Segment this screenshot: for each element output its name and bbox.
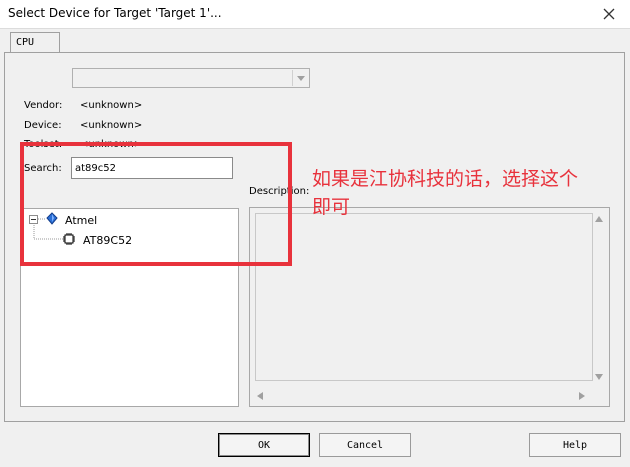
scroll-down-icon[interactable] <box>595 374 603 380</box>
ok-button[interactable]: OK <box>218 433 310 457</box>
description-box <box>249 207 610 407</box>
search-input[interactable] <box>71 157 233 179</box>
scroll-left-icon[interactable] <box>257 392 263 400</box>
annotation-text: 如果是江协科技的话，选择这个 即可 <box>312 165 612 221</box>
title-bar: Select Device for Target 'Target 1'... <box>0 0 630 29</box>
chip-icon <box>63 233 75 245</box>
scroll-right-icon[interactable] <box>579 392 585 400</box>
device-tree[interactable]: Atmel AT89C52 <box>20 208 239 407</box>
annotation-line-1: 如果是江协科技的话，选择这个 <box>312 168 579 190</box>
tab-cpu[interactable]: CPU <box>10 32 60 52</box>
window-title: Select Device for Target 'Target 1'... <box>8 6 222 20</box>
horizontal-scrollbar[interactable] <box>254 389 588 403</box>
close-button[interactable] <box>598 3 620 25</box>
cancel-button[interactable]: Cancel <box>319 433 411 457</box>
annotation-line-2: 即可 <box>312 196 351 218</box>
vendor-value: <unknown> <box>80 100 143 111</box>
search-label: Search: <box>24 163 62 174</box>
toolset-label: Toolset: <box>24 139 63 150</box>
combo-dropdown-button[interactable] <box>292 70 308 86</box>
help-button[interactable]: Help <box>529 433 621 457</box>
toolset-value: <unknown> <box>80 139 143 150</box>
tree-collapse-toggle[interactable] <box>29 215 38 224</box>
vendor-diamond-icon <box>46 212 58 225</box>
description-text-area <box>255 213 593 381</box>
vertical-scrollbar[interactable] <box>592 212 606 384</box>
description-label: Description: <box>249 186 310 197</box>
device-label: Device: <box>24 120 62 131</box>
vendor-label: Vendor: <box>24 100 63 111</box>
tree-item-vendor-label: Atmel <box>65 214 98 227</box>
tree-item-device-label: AT89C52 <box>83 234 133 247</box>
minus-icon <box>31 219 36 220</box>
chevron-down-icon <box>296 75 305 81</box>
device-value: <unknown> <box>80 120 143 131</box>
device-database-combo[interactable] <box>72 68 310 88</box>
close-icon <box>603 8 615 20</box>
